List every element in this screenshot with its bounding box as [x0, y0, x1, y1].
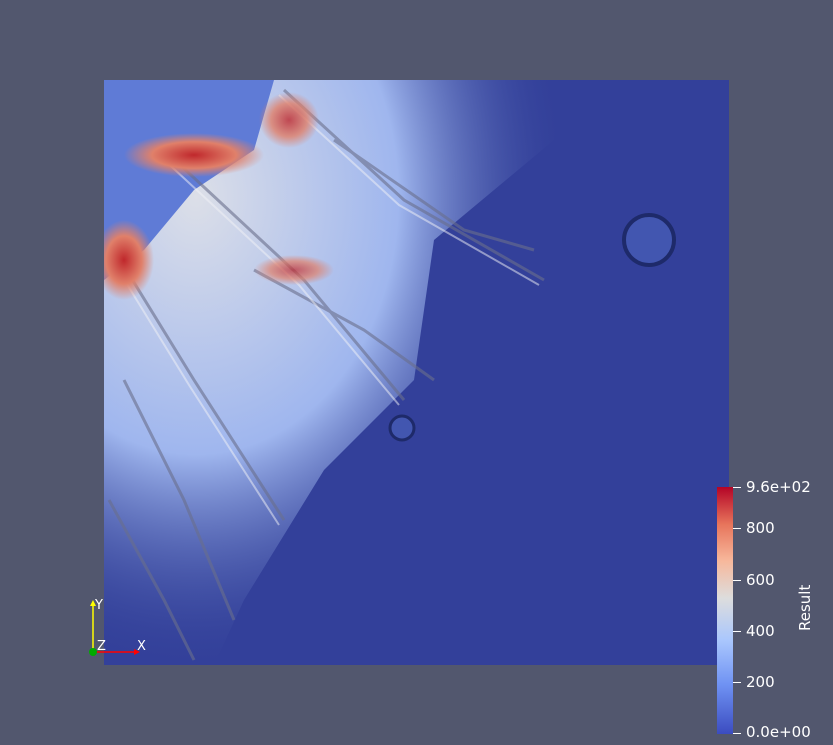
legend-tick — [733, 733, 741, 734]
terrain-surface[interactable] — [104, 80, 729, 665]
orientation-axes: Y Z X — [84, 596, 154, 662]
legend-tick — [733, 580, 741, 581]
legend-tick-label: 400 — [746, 622, 775, 640]
legend-tick — [733, 682, 741, 683]
axis-x-label: X — [137, 639, 146, 654]
legend-title: Result — [796, 584, 814, 631]
render-viewport[interactable]: 9.6e+02 800 600 400 200 0.0e+00 Result Y… — [0, 0, 833, 745]
legend-tick-label: 200 — [746, 673, 775, 691]
legend-max-label: 9.6e+02 — [746, 478, 811, 496]
legend-tick — [733, 487, 741, 488]
legend-tick — [733, 528, 741, 529]
legend-tick — [733, 631, 741, 632]
terrain-render — [104, 80, 729, 665]
legend-tick-label: 600 — [746, 571, 775, 589]
color-legend-bar — [717, 487, 733, 734]
axis-y-label: Y — [95, 598, 103, 613]
axis-z-label: Z — [97, 639, 106, 654]
legend-min-label: 0.0e+00 — [746, 723, 811, 741]
legend-tick-label: 800 — [746, 519, 775, 537]
